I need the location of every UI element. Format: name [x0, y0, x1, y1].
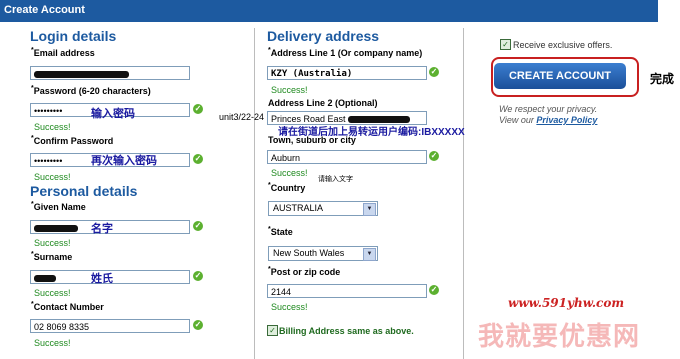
email-label: *Email address	[31, 47, 95, 58]
create-account-button[interactable]: CREATE ACCOUNT	[494, 63, 626, 89]
confirm-check-icon: ✓	[193, 154, 203, 164]
surname-success: Success!	[34, 288, 71, 298]
contact-success: Success!	[34, 338, 71, 348]
town-label: Town, suburb or city	[268, 135, 356, 145]
contact-number-input[interactable]: 02 8069 8335	[30, 319, 190, 333]
country-select[interactable]: AUSTRALIA ▼	[268, 201, 378, 216]
address-line2-label: Address Line 2 (Optional)	[268, 98, 378, 108]
header-title: Create Account	[4, 4, 85, 16]
given-name-label: *Given Name	[31, 201, 86, 212]
header-bar: Create Account	[0, 0, 658, 22]
surname-check-icon: ✓	[193, 271, 203, 281]
privacy-policy-link[interactable]: Privacy Policy	[536, 115, 597, 125]
town-annotation: 请输入文字	[318, 176, 353, 183]
exclusive-offers-checkbox[interactable]: ✓	[500, 39, 511, 50]
given-name-check-icon: ✓	[193, 221, 203, 231]
header-edge	[658, 0, 680, 22]
done-annotation: 完成	[650, 72, 675, 86]
contact-check-icon: ✓	[193, 320, 203, 330]
dropdown-arrow-icon[interactable]: ▼	[363, 203, 376, 216]
password-success: Success!	[34, 122, 71, 132]
personal-details-heading: Personal details	[30, 183, 138, 199]
given-name-annotation: 名字	[91, 223, 113, 235]
postcode-label: *Post or zip code	[268, 266, 341, 277]
country-label: *Country	[268, 182, 306, 193]
watermark-text: 我就要优惠网	[478, 321, 641, 351]
privacy-view-text: View our Privacy Policy	[499, 115, 598, 125]
address-line1-check-icon: ✓	[429, 67, 439, 77]
password-label: *Password (6-20 characters)	[31, 85, 151, 96]
address-line2-prefix: unit3/22-24	[219, 112, 265, 122]
delivery-address-heading: Delivery address	[267, 28, 380, 44]
billing-same-checkbox[interactable]: ✓	[267, 325, 278, 336]
town-check-icon: ✓	[429, 151, 439, 161]
postcode-check-icon: ✓	[429, 285, 439, 295]
surname-label: *Surname	[31, 251, 73, 262]
postcode-input[interactable]: 2144	[267, 284, 427, 298]
confirm-password-label: *Confirm Password	[31, 135, 114, 146]
address-line1-input[interactable]: KZY (Australia)	[267, 66, 427, 80]
password-check-icon: ✓	[193, 104, 203, 114]
billing-same-label: Billing Address same as above.	[279, 326, 414, 336]
state-select[interactable]: New South Wales ▼	[268, 246, 378, 261]
login-details-heading: Login details	[30, 28, 117, 44]
surname-annotation: 姓氏	[91, 273, 113, 285]
password-annotation: 输入密码	[91, 108, 135, 120]
town-success: Success!	[271, 168, 308, 178]
address-line1-success: Success!	[271, 85, 308, 95]
given-name-success: Success!	[34, 238, 71, 248]
town-input[interactable]: Auburn	[267, 150, 427, 164]
postcode-success: Success!	[271, 302, 308, 312]
state-label: *State	[268, 226, 293, 237]
column-divider-right	[463, 28, 464, 359]
privacy-text: We respect your privacy.	[499, 104, 598, 114]
watermark-url: www.591yhw.com	[508, 296, 625, 310]
contact-number-label: *Contact Number	[31, 301, 104, 312]
email-input[interactable]	[30, 66, 190, 80]
dropdown-arrow-icon[interactable]: ▼	[363, 248, 376, 261]
column-divider-left	[254, 28, 255, 359]
confirm-success: Success!	[34, 172, 71, 182]
exclusive-offers-label: Receive exclusive offers.	[513, 40, 613, 50]
address-line1-label: *Address Line 1 (Or company name)	[268, 47, 423, 58]
confirm-annotation: 再次输入密码	[91, 155, 157, 167]
